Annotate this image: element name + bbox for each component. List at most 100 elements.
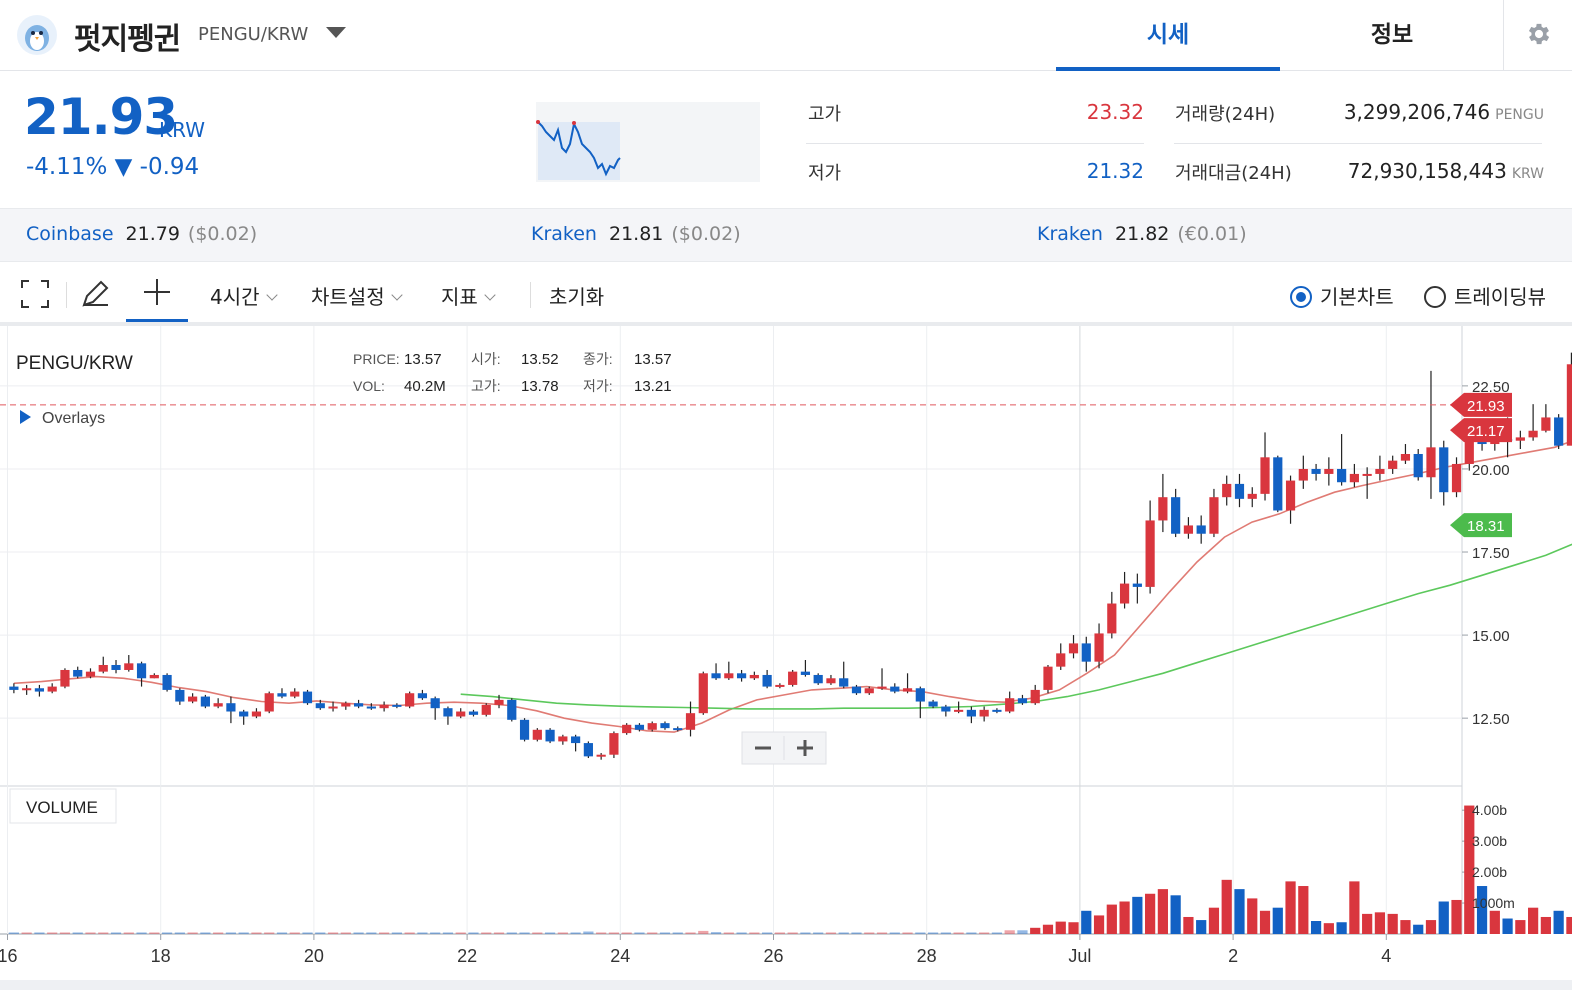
current-price: 21.93 [24,88,178,146]
chart-symbol: PENGU/KRW [16,353,133,374]
candle-body [1005,698,1015,712]
volume-bar [136,932,147,934]
candle-body [290,691,300,697]
volume-unit: PENGU [1495,107,1544,123]
volume-bar [1400,920,1411,934]
candle-body [1554,417,1564,446]
volume-bar [979,932,990,934]
settings-button[interactable] [1503,0,1572,71]
volume-bar [315,932,326,934]
volume-bar [1528,907,1539,934]
volume-bar [596,932,607,934]
tab-info[interactable]: 정보 [1280,0,1504,71]
price-chart[interactable]: 22.50 20.00 17.50 15.00 12.50 4.00b 3.00b 2.00b… [0,326,1572,980]
volume-bar [1030,927,1041,934]
zoom-controls [741,731,827,765]
volume-bar [442,932,454,934]
candle-body [1273,457,1283,511]
fullscreen-icon[interactable] [20,279,50,313]
exchange-item[interactable]: Coinbase 21.79 ($0.02) [26,223,257,245]
volume-bar [940,932,951,934]
ma-long-line [460,543,1572,710]
volume-bar [72,932,83,934]
volume-bar [1387,913,1398,934]
x-tick-label: 18 [151,946,171,966]
candle-body [571,736,581,744]
indicators-dropdown[interactable]: 지표 [441,281,496,310]
candle-body [1362,473,1372,476]
candle-body [775,684,785,687]
candle-body [1375,468,1385,474]
volume-bar [302,932,313,934]
volume-bar [902,932,913,934]
interval-dropdown[interactable]: 4시간 [210,281,278,310]
exchange-item[interactable]: Kraken 21.81 ($0.02) [531,223,741,245]
crosshair-tool[interactable] [126,262,188,322]
radio-basic-chart[interactable]: 기본차트 [1290,281,1394,310]
volume-bar [953,932,964,934]
candle-body [366,706,376,709]
candle-body [519,719,530,740]
candle-body [85,671,96,677]
volume-bar [519,932,530,934]
volume-bar [1055,921,1066,934]
candle-body [1107,603,1117,634]
y-tick-label: 17.50 [1472,545,1510,562]
candle-body [1056,653,1066,667]
candle-body [111,664,121,670]
candle-body [430,698,440,709]
high-value: 23.32 [1086,100,1144,124]
volume-bar [698,930,709,934]
candle-body [47,686,57,692]
chart-settings-dropdown[interactable]: 차트설정 [311,281,403,310]
footer-strip [0,980,1572,990]
volume-bar [174,932,185,934]
exchange-usd: ($0.02) [187,223,258,245]
volume-bar [59,932,71,934]
candle-body [979,709,989,717]
overlays-toggle[interactable]: Overlays [20,410,105,427]
coin-dropdown-icon[interactable] [326,27,346,38]
candle-body [622,724,632,734]
exchange-item[interactable]: Kraken 21.82 (€0.01) [1037,223,1247,245]
volume-tick-label: 1000m [1472,895,1515,911]
candle-body [864,688,874,694]
legend-close: 13.57 [634,351,672,368]
exchange-price: 21.81 [608,223,664,245]
volume-bar [915,932,926,934]
candle-body [1094,633,1104,662]
radio-checked-icon [1290,286,1312,308]
candle-body [481,704,491,715]
radio-unchecked-icon [1424,286,1446,308]
candle-body [532,729,542,740]
volume-bar [838,932,849,934]
volume-bar [762,932,773,934]
volume-bar [927,932,939,934]
candle-body [1043,666,1053,690]
candle-body [1413,453,1423,478]
volume-bar [225,932,237,934]
x-tick-label: 28 [917,946,937,966]
volume-bar [647,932,658,934]
reset-button[interactable]: 초기화 [549,281,604,310]
volume-bar [1170,895,1181,934]
volume-bar [991,932,1003,934]
tab-price[interactable]: 시세 [1056,0,1280,71]
radio-tradingview[interactable]: 트레이딩뷰 [1424,281,1546,310]
candle-body [1132,583,1142,587]
volume-bar [532,932,543,934]
volume-bar [1221,879,1232,934]
volume-bar [1145,893,1156,934]
volume-bar [1489,910,1500,934]
y-tick-label: 12.50 [1472,711,1510,728]
volume-value: 3,299,206,746 PENGU [1300,100,1544,124]
high-label: 고가 [808,104,842,125]
candle-body [647,723,657,730]
volume-bar [634,932,645,934]
volume-bar [1272,907,1283,934]
candle-body [1145,520,1155,587]
legend-high: 13.78 [521,378,559,395]
amount-number: 72,930,158,443 [1347,159,1507,183]
pencil-icon[interactable] [80,277,112,313]
candle-body [1285,480,1296,511]
